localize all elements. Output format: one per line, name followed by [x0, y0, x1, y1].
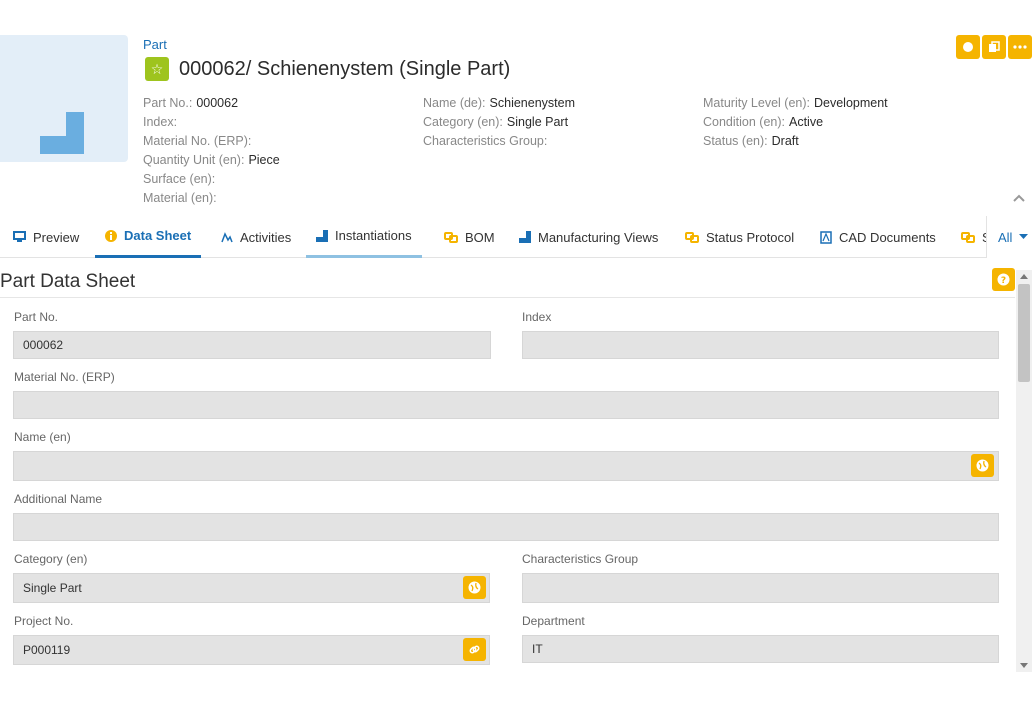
attr-category: Category (en): Single Part — [423, 115, 569, 129]
circle-icon — [963, 42, 973, 52]
part-icon — [519, 231, 531, 243]
header-attributes-col2: Name (de): Schienenystem Category (en): Si… — [423, 94, 575, 151]
attr-part-no: Part No.: 000062 — [143, 96, 239, 110]
attr-surface: Surface (en): — [143, 172, 216, 186]
attr-quantity-unit: Quantity Unit (en): Piece — [143, 153, 280, 167]
attr-maturity-level: Maturity Level (en): Development — [703, 96, 888, 110]
section-title: Part Data Sheet — [0, 271, 136, 292]
tab-manufacturing-views[interactable]: Manufacturing Views — [509, 216, 668, 258]
characteristics-group-field[interactable] — [522, 573, 999, 603]
globe-icon — [468, 581, 481, 594]
tab-bom[interactable]: BOM — [434, 216, 505, 258]
index-field[interactable] — [522, 331, 999, 359]
svg-text:?: ? — [1001, 276, 1006, 286]
link-icon — [469, 645, 480, 654]
part-icon — [40, 112, 84, 154]
attr-material: Material (en): — [143, 191, 217, 205]
link-icon — [444, 231, 458, 243]
attr-index: Index: — [143, 115, 178, 129]
scrollbar-thumb[interactable] — [1018, 284, 1030, 382]
translate-button[interactable] — [971, 454, 994, 477]
circle-action-button[interactable] — [956, 35, 980, 59]
additional-name-label: Additional Name — [14, 492, 103, 506]
link-icon — [685, 231, 699, 243]
attr-material-no: Material No. (ERP): — [143, 134, 252, 148]
copy-button[interactable] — [982, 35, 1006, 59]
tab-preview[interactable]: Preview — [3, 216, 89, 258]
attr-status: Status (en): Draft — [703, 134, 799, 148]
caret-down-icon — [1019, 234, 1029, 240]
project-no-label: Project No. — [14, 614, 74, 628]
department-field[interactable]: IT — [522, 635, 999, 663]
part-icon — [316, 229, 328, 242]
divider — [0, 297, 1015, 298]
project-link-button[interactable] — [463, 638, 486, 661]
additional-name-field[interactable] — [13, 513, 999, 541]
link-icon — [961, 231, 975, 243]
department-label: Department — [522, 614, 585, 628]
attr-characteristics-group: Characteristics Group: — [423, 134, 548, 148]
scroll-down-arrow-icon[interactable] — [1020, 663, 1028, 668]
title-row: ☆ 000062/ Schienenystem (Single Part) — [145, 57, 510, 81]
header-attributes-col3: Maturity Level (en): Development Conditio… — [703, 94, 888, 151]
cad-document-icon — [820, 230, 832, 244]
help-icon: ? — [997, 273, 1010, 286]
activity-icon — [221, 231, 233, 243]
ellipsis-icon — [1013, 45, 1027, 49]
name-en-label: Name (en) — [14, 430, 71, 444]
more-options-button[interactable] — [1008, 35, 1032, 59]
globe-icon — [976, 459, 989, 472]
category-field[interactable]: Single Part — [13, 573, 490, 603]
material-no-field[interactable] — [13, 391, 999, 419]
header-actions — [956, 35, 1032, 59]
copy-icon — [989, 41, 1000, 52]
index-label: Index — [522, 310, 552, 324]
tab-status-protocol[interactable]: Status Protocol — [675, 216, 804, 258]
help-button[interactable]: ? — [992, 268, 1015, 291]
tab-cad-documents[interactable]: CAD Documents — [810, 216, 946, 258]
tab-activities[interactable]: Activities — [211, 216, 301, 258]
attr-name-de: Name (de): Schienenystem — [423, 96, 575, 110]
part-no-field[interactable]: 000062 — [13, 331, 491, 359]
tab-bar: Preview Data Sheet Activities Instantiat… — [0, 216, 1032, 258]
header-attributes-col1: Part No.: 000062 Index: Material No. (ERP… — [143, 94, 280, 208]
breadcrumb[interactable]: Part — [143, 37, 167, 52]
characteristics-group-label: Characteristics Group — [522, 552, 639, 566]
favorite-star-icon[interactable]: ☆ — [145, 57, 169, 81]
name-en-field[interactable] — [13, 451, 999, 481]
project-no-field[interactable]: P000119 — [13, 635, 490, 665]
material-no-label: Material No. (ERP) — [14, 370, 115, 384]
category-label: Category (en) — [14, 552, 88, 566]
category-translate-button[interactable] — [463, 576, 486, 599]
collapse-header-chevron-up-icon[interactable] — [1013, 189, 1025, 207]
tab-instantiations[interactable]: Instantiations — [306, 216, 422, 258]
all-tabs-dropdown[interactable]: All — [986, 216, 1032, 258]
attr-condition: Condition (en): Active — [703, 115, 824, 129]
part-no-label: Part No. — [14, 310, 59, 324]
part-thumbnail — [0, 35, 128, 162]
scroll-up-arrow-icon[interactable] — [1020, 274, 1028, 279]
page-title: 000062/ Schienenystem (Single Part) — [179, 57, 511, 80]
info-icon — [105, 229, 117, 242]
tab-data-sheet[interactable]: Data Sheet — [95, 216, 202, 258]
monitor-icon — [13, 231, 26, 243]
vertical-scrollbar[interactable] — [1016, 270, 1032, 672]
